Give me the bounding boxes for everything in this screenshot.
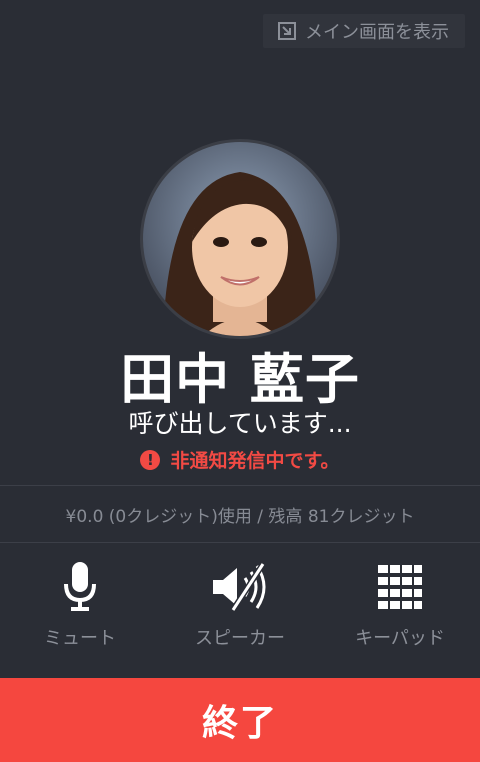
warning-text: 非通知発信中です。	[170, 450, 340, 472]
divider	[0, 542, 480, 543]
exit-to-main-icon	[278, 22, 296, 40]
keypad-button[interactable]: キーパッド	[320, 560, 480, 670]
mute-button[interactable]: ミュート	[0, 560, 160, 670]
keypad-label: キーパッド	[355, 628, 445, 649]
credit-info: ¥0.0 (0クレジット)使用 / 残高 81クレジット	[65, 506, 415, 527]
call-controls: ミュート スピーカー キーパッド	[0, 560, 480, 670]
avatar	[140, 139, 340, 339]
speaker-label: スピーカー	[195, 628, 285, 649]
show-main-screen-label: メイン画面を表示	[305, 22, 449, 43]
private-call-warning: ! 非通知発信中です。	[0, 446, 480, 473]
speaker-off-icon	[213, 562, 266, 612]
keypad-icon	[378, 565, 422, 609]
call-status: 呼び出しています...	[128, 409, 352, 438]
show-main-screen-button[interactable]: メイン画面を表示	[263, 14, 465, 48]
exclamation-icon: !	[140, 449, 161, 470]
mute-label: ミュート	[44, 628, 116, 649]
microphone-icon	[64, 562, 96, 611]
contact-name: 田中 藍子	[120, 348, 360, 411]
speaker-button[interactable]: スピーカー	[160, 560, 320, 670]
end-call-button[interactable]: 終了	[0, 678, 480, 762]
